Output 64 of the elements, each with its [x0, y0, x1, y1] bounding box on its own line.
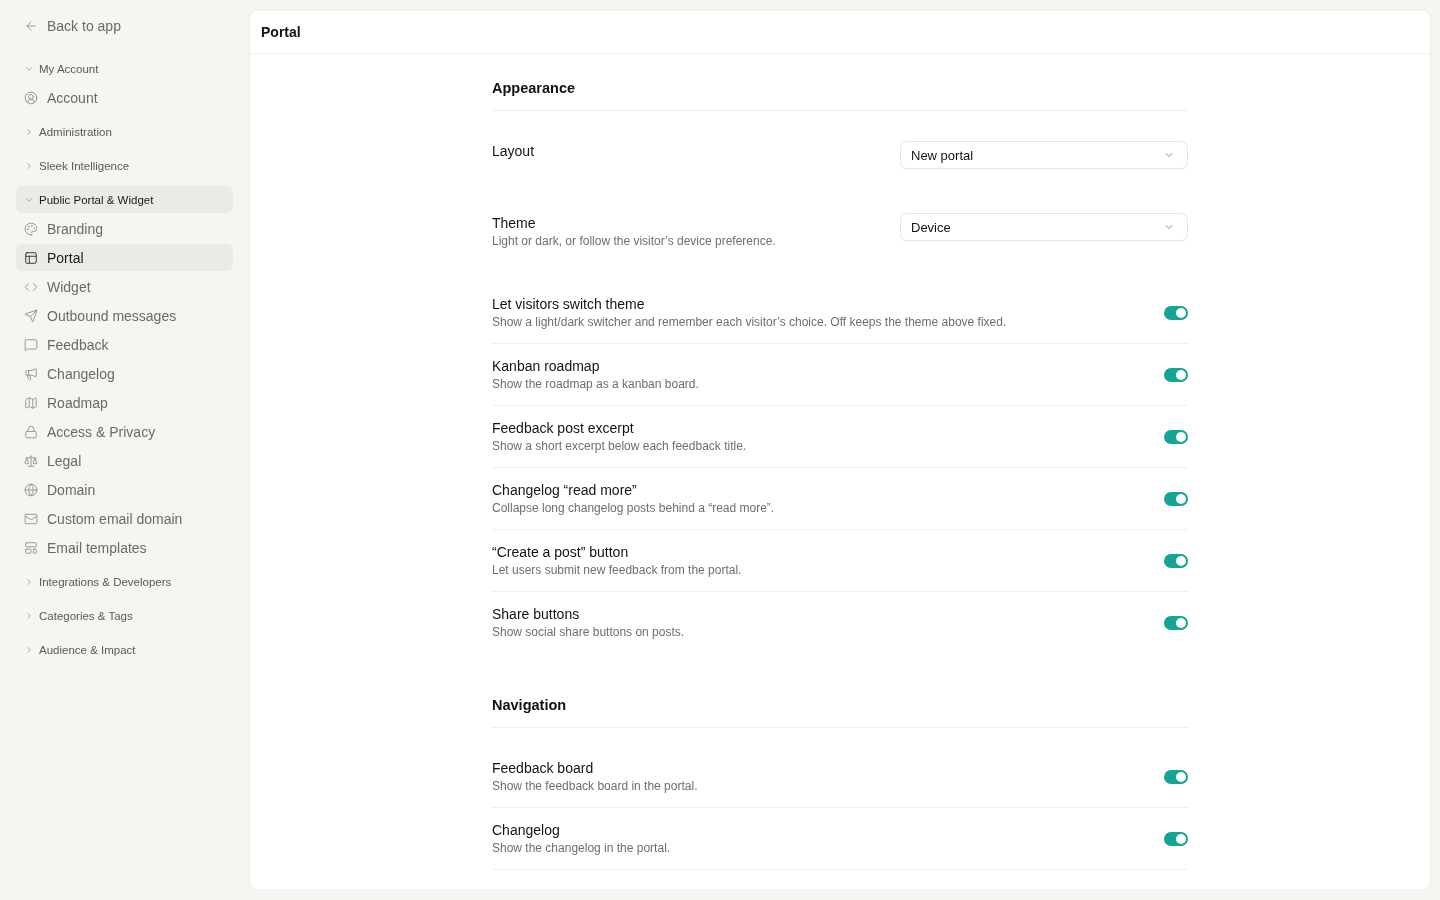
- lock-icon: [24, 424, 38, 439]
- sidebar-group-header[interactable]: Administration: [16, 118, 233, 145]
- setting-label: Changelog: [492, 821, 561, 840]
- send-icon: [24, 308, 38, 323]
- sidebar-item[interactable]: Portal: [16, 244, 233, 271]
- toggle-switch[interactable]: [1164, 831, 1188, 846]
- sidebar-item[interactable]: Outbound messages: [16, 302, 233, 329]
- sidebar-item[interactable]: Email templates: [16, 534, 233, 561]
- select-dropdown[interactable]: Device: [900, 213, 1188, 241]
- sidebar-item[interactable]: Domain: [16, 476, 233, 503]
- setting-label: Kanban roadmap: [492, 357, 601, 376]
- setting-label: Changelog “read more”: [492, 481, 638, 500]
- sidebar-item[interactable]: Roadmap: [16, 389, 233, 416]
- layout-icon: [24, 250, 38, 265]
- sidebar-item[interactable]: Access & Privacy: [16, 418, 233, 445]
- back-link[interactable]: Back to app: [16, 12, 233, 40]
- user-circle-icon: [24, 90, 38, 105]
- setting-label: Theme: [492, 214, 537, 233]
- palette-icon: [24, 221, 38, 236]
- scale-icon: [24, 453, 38, 468]
- sidebar-group-header[interactable]: Audience & Impact: [16, 636, 233, 663]
- sidebar-item[interactable]: Feedback: [16, 331, 233, 358]
- sidebar-item[interactable]: Custom email domain: [16, 505, 233, 532]
- toggle-switch[interactable]: [1164, 491, 1188, 506]
- select-dropdown[interactable]: New portal: [900, 141, 1188, 169]
- setting-description: Show a short excerpt below each feedback title.: [492, 438, 747, 455]
- setting-description: Show the changelog in the portal.: [492, 840, 671, 857]
- sidebar-group-header[interactable]: Sleek Intelligence: [16, 152, 233, 179]
- sidebar-group-header[interactable]: Categories & Tags: [16, 602, 233, 629]
- setting-description: Let users submit new feedback from the portal.: [492, 562, 742, 579]
- map-icon: [24, 395, 38, 410]
- setting-description: Light or dark, or follow the visitor’s device preference.: [492, 233, 776, 250]
- setting-label: Feedback post excerpt: [492, 419, 635, 438]
- toggle-switch[interactable]: [1164, 615, 1188, 630]
- sidebar-item[interactable]: Branding: [16, 215, 233, 242]
- megaphone-icon: [24, 366, 38, 381]
- mail-icon: [24, 511, 38, 526]
- setting-description: Show the roadmap as a kanban board.: [492, 376, 699, 393]
- sidebar-item[interactable]: Widget: [16, 273, 233, 300]
- toggle-switch[interactable]: [1164, 769, 1188, 784]
- setting-label: Let visitors switch theme: [492, 295, 646, 314]
- setting-description: Show the feedback board in the portal.: [492, 778, 698, 795]
- setting-label: “Create a post” button: [492, 543, 630, 562]
- sidebar-group-header[interactable]: Integrations & Developers: [16, 568, 233, 595]
- sidebar-item[interactable]: Changelog: [16, 360, 233, 387]
- setting-label: Share buttons: [492, 605, 581, 624]
- sidebar-item[interactable]: Legal: [16, 447, 233, 474]
- setting-description: Show a light/dark switcher and remember each visitor’s choice. Off keeps the theme above fixed.: [492, 314, 1007, 331]
- setting-description: Collapse long changelog posts behind a “read more”.: [492, 500, 775, 517]
- sidebar-group-header[interactable]: Public Portal & Widget: [16, 186, 233, 213]
- toggle-switch[interactable]: [1164, 553, 1188, 568]
- toggle-switch[interactable]: [1164, 367, 1188, 382]
- globe-icon: [24, 482, 38, 497]
- setting-label: Layout: [492, 142, 535, 161]
- toggle-switch[interactable]: [1164, 305, 1188, 320]
- page-title: Portal: [261, 23, 301, 40]
- section-title: Appearance: [492, 78, 1188, 111]
- section-title: Navigation: [492, 695, 1188, 728]
- toggle-switch[interactable]: [1164, 429, 1188, 444]
- template-icon: [24, 540, 38, 555]
- setting-label: Feedback board: [492, 759, 595, 778]
- sidebar-item[interactable]: Account: [16, 84, 233, 111]
- sidebar-group-header[interactable]: My Account: [16, 55, 233, 82]
- setting-description: Show social share buttons on posts.: [492, 624, 685, 641]
